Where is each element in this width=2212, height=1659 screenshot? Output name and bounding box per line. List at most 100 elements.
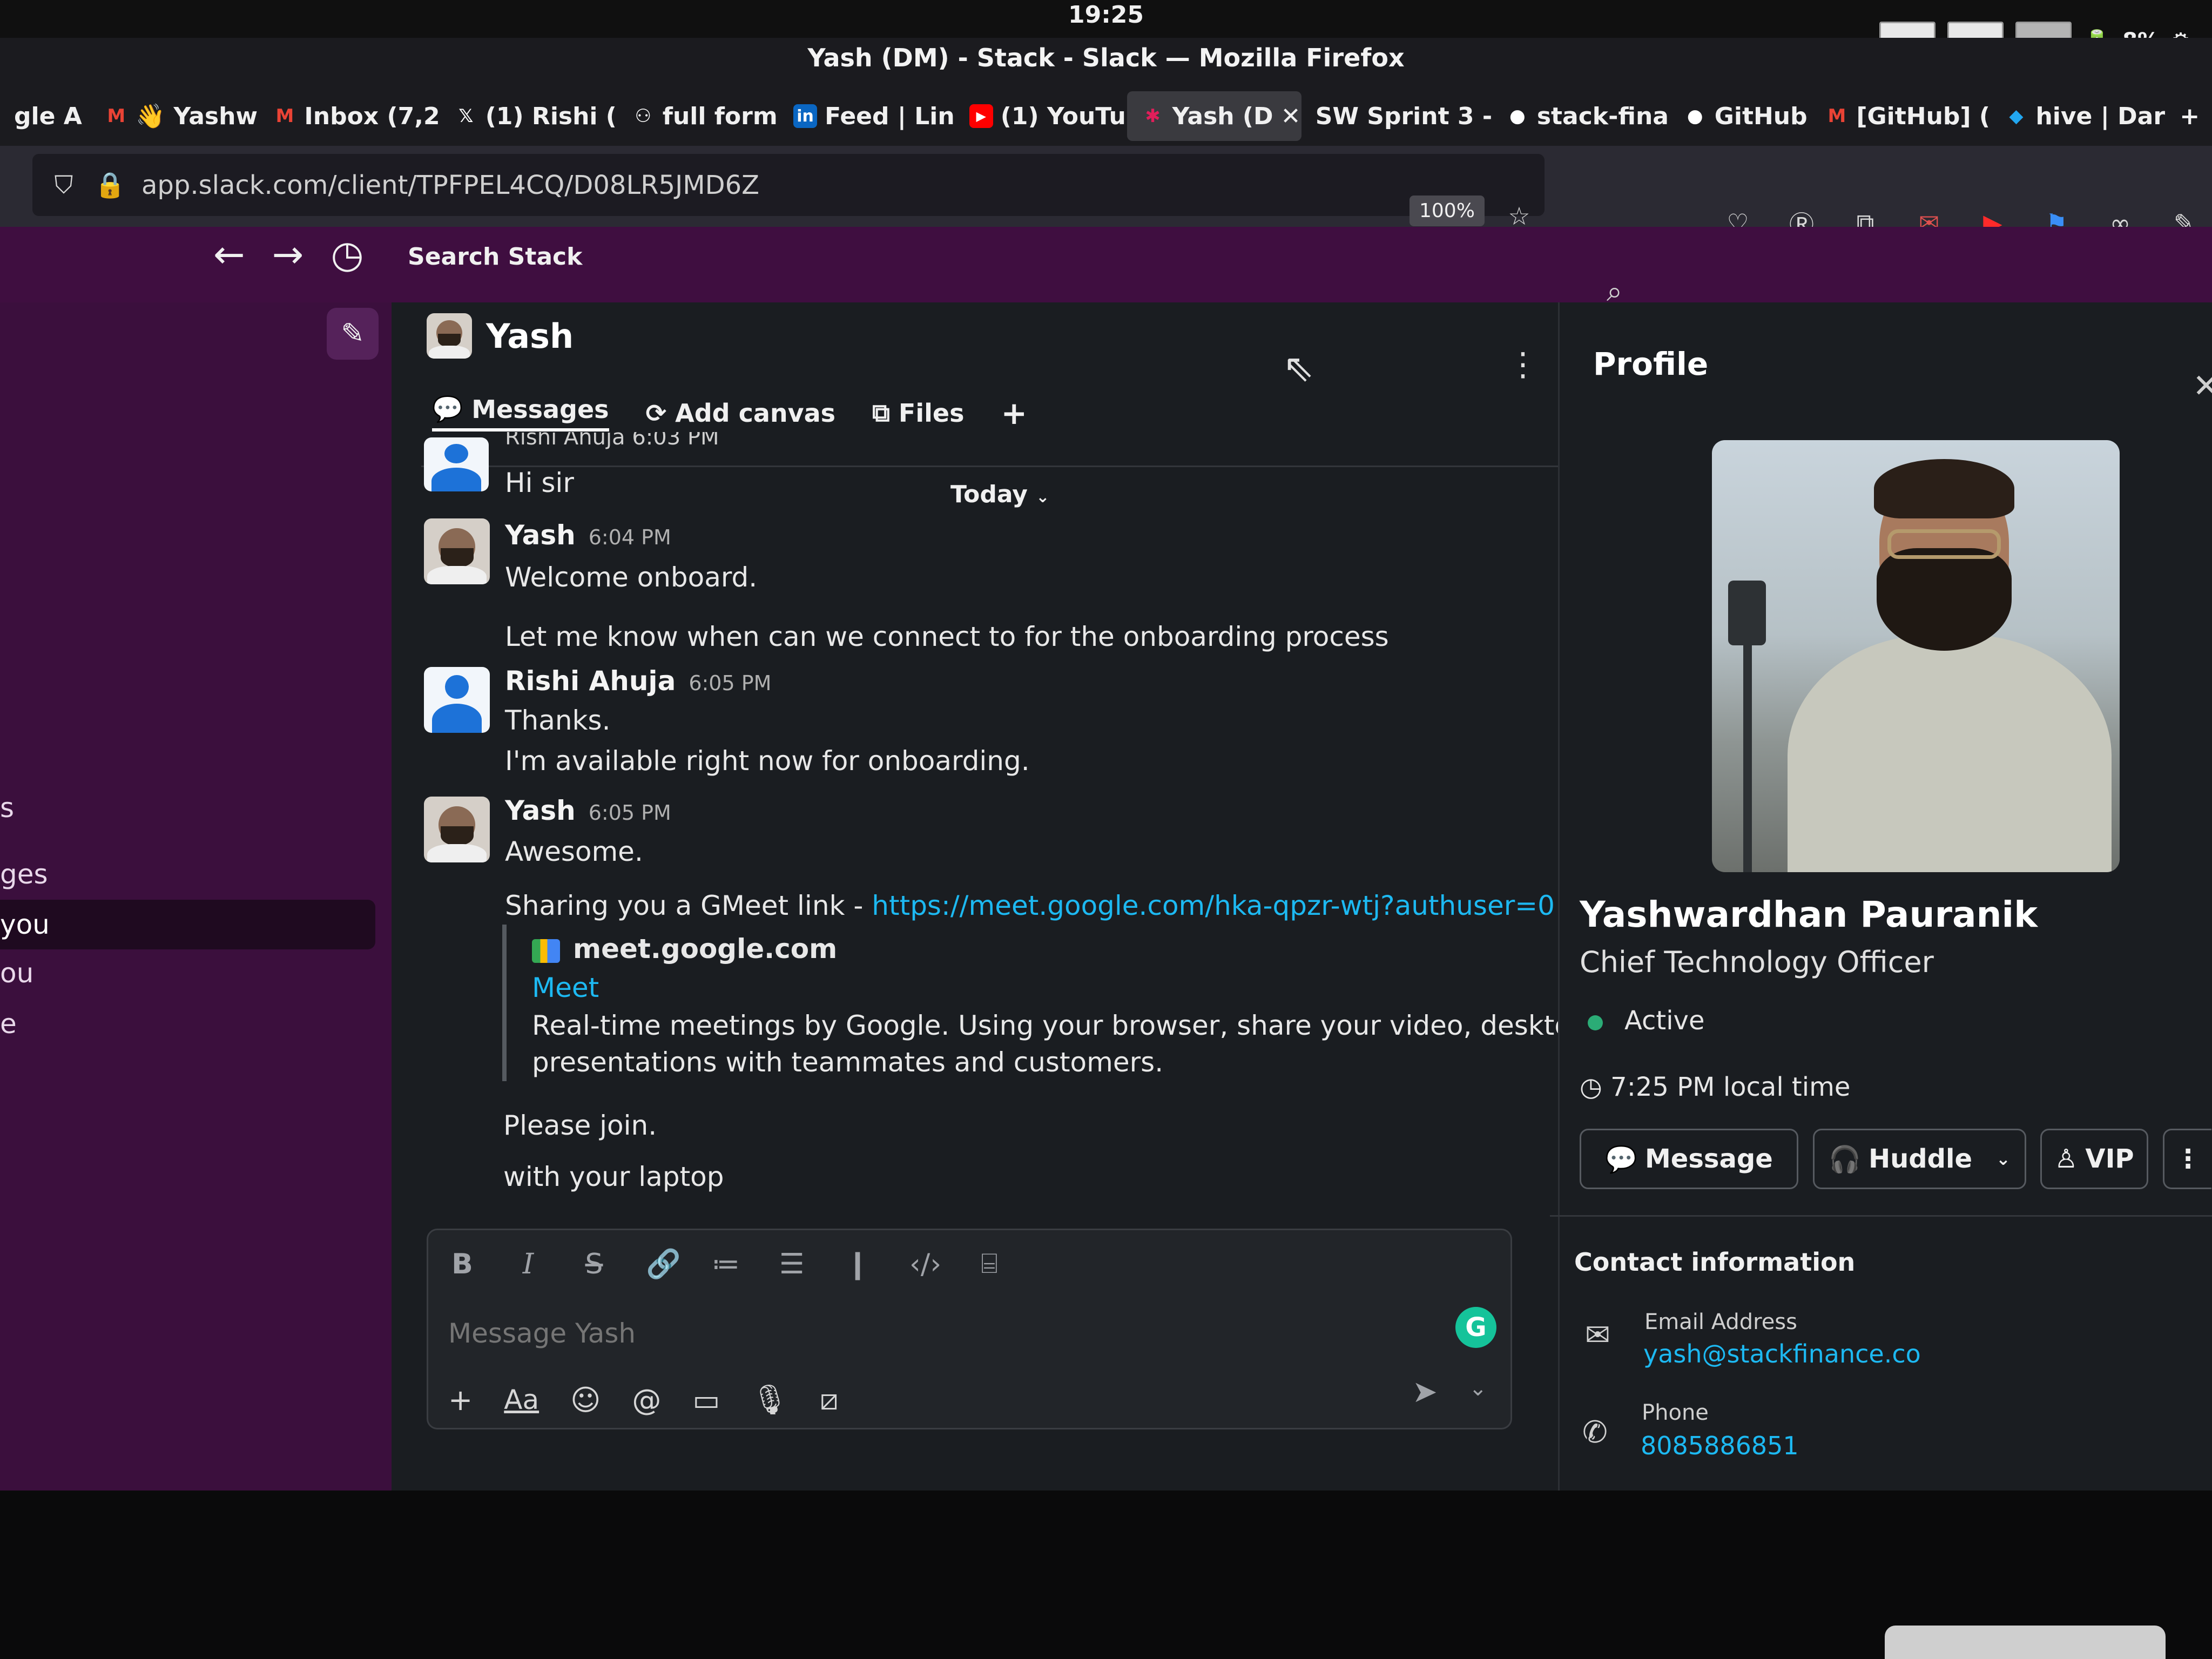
- message-sender[interactable]: Yash 6:04 PM: [505, 520, 671, 551]
- tab-label: (1) YouTu: [1000, 102, 1126, 130]
- back-arrow-icon[interactable]: ←: [213, 232, 245, 276]
- browser-tab[interactable]: gle A: [0, 91, 90, 141]
- history-nav: ← → ◷: [213, 232, 363, 276]
- browser-tab[interactable]: ⚇ full form: [617, 91, 779, 141]
- github-icon: ●: [1509, 105, 1526, 127]
- phone-label: Phone: [1642, 1400, 1709, 1425]
- browser-tab[interactable]: ● GitHub: [1669, 91, 1811, 141]
- forward-arrow-icon[interactable]: →: [272, 232, 304, 276]
- text-format-button[interactable]: Aa: [504, 1384, 539, 1415]
- close-tab-icon[interactable]: ✕: [1281, 103, 1301, 130]
- ordered-list-icon[interactable]: ≔: [712, 1248, 740, 1280]
- bold-icon[interactable]: B: [448, 1248, 476, 1280]
- url-text[interactable]: app.slack.com/client/TPFPEL4CQ/D08LR5JMD…: [141, 170, 759, 200]
- channel-name[interactable]: Yash: [486, 316, 574, 356]
- message-input[interactable]: [448, 1318, 1420, 1349]
- new-tab-button[interactable]: +: [2166, 91, 2212, 141]
- tab-add-canvas[interactable]: ⟳ Add canvas: [646, 399, 835, 428]
- sidebar-item[interactable]: ou: [0, 948, 33, 998]
- tab-messages[interactable]: 💬 Messages: [432, 394, 609, 431]
- link-preview-bar: [502, 925, 507, 1081]
- message-text: Rishi Ahuja 6:03 PM: [505, 432, 719, 450]
- browser-tab[interactable]: M 👋 Yashw: [90, 91, 259, 141]
- active-status-dot: [1588, 1015, 1603, 1030]
- lock-icon[interactable]: 🔒: [95, 170, 125, 200]
- sidebar-item-label: ou: [0, 957, 34, 989]
- code-block-icon[interactable]: ⌸: [975, 1247, 1003, 1280]
- more-options-icon[interactable]: ⋮: [1507, 346, 1539, 383]
- message-time[interactable]: 6:04 PM: [589, 525, 671, 549]
- browser-tab[interactable]: M [GitHub] (: [1811, 91, 1990, 141]
- sidebar-item[interactable]: e: [0, 999, 17, 1049]
- tab-label: Add canvas: [675, 398, 836, 428]
- avatar[interactable]: [424, 518, 490, 584]
- browser-tab[interactable]: SW Sprint 3 -: [1301, 91, 1492, 141]
- browser-tab[interactable]: M Inbox (7,2: [259, 91, 440, 141]
- browser-tab[interactable]: in Feed | Lin: [779, 91, 955, 141]
- send-options-chevron-icon[interactable]: ⌄: [1469, 1376, 1487, 1401]
- attach-plus-icon[interactable]: +: [448, 1383, 473, 1417]
- link-preview-title[interactable]: Meet: [532, 972, 599, 1003]
- shortcut-slash-icon[interactable]: ⧄: [820, 1382, 838, 1417]
- link-preview-description: presentations with teammates and custome…: [532, 1047, 1164, 1078]
- huddle-button[interactable]: 🎧 Huddle ⌄: [1813, 1129, 2026, 1189]
- linkedin-icon: in: [793, 104, 818, 128]
- mention-icon[interactable]: @: [632, 1383, 661, 1417]
- browser-tab[interactable]: 𝕏 (1) Rishi (: [440, 91, 617, 141]
- add-tab-button[interactable]: +: [1001, 395, 1027, 431]
- browser-tab[interactable]: ◆ hive | Dar: [1990, 91, 2166, 141]
- message-sender[interactable]: Yash 6:05 PM: [505, 795, 671, 826]
- code-icon[interactable]: ‹/›: [909, 1248, 941, 1280]
- sidebar-item[interactable]: ges: [0, 849, 48, 899]
- window-title: Yash (DM) - Stack - Slack — Mozilla Fire…: [807, 43, 1405, 72]
- sidebar-item[interactable]: s: [0, 783, 14, 833]
- meet-link[interactable]: https://meet.google.com/hka-qpzr-wtj?aut…: [872, 890, 1555, 921]
- shield-icon[interactable]: ⛉: [49, 170, 79, 200]
- link-icon[interactable]: 🔗: [646, 1247, 681, 1280]
- avatar[interactable]: [424, 437, 489, 491]
- tab-label: gle A: [14, 102, 82, 130]
- tab-label: SW Sprint 3 -: [1315, 102, 1492, 130]
- zoom-level[interactable]: 100%: [1410, 195, 1485, 226]
- bullet-list-icon[interactable]: ☰: [778, 1248, 806, 1280]
- link-preview-site[interactable]: meet.google.com: [532, 933, 837, 965]
- avatar[interactable]: [424, 797, 490, 862]
- avatar[interactable]: [427, 313, 472, 359]
- message-sender[interactable]: Rishi Ahuja 6:05 PM: [505, 665, 771, 697]
- blockquote-icon[interactable]: ❙: [844, 1248, 872, 1280]
- tab-files[interactable]: ⧉ Files: [872, 398, 964, 428]
- close-icon[interactable]: ✕: [2193, 367, 2212, 405]
- search-input[interactable]: Search Stack: [408, 243, 582, 271]
- url-bar[interactable]: ⛉ 🔒 app.slack.com/client/TPFPEL4CQ/D08LR…: [32, 154, 1545, 216]
- send-icon[interactable]: ➤: [1412, 1374, 1438, 1410]
- browser-tab[interactable]: ● stack-fina: [1492, 91, 1669, 141]
- profile-photo[interactable]: [1712, 440, 2120, 872]
- message-button[interactable]: 💬 Message: [1580, 1129, 1798, 1189]
- email-link[interactable]: yash@stackfinance.co: [1643, 1339, 1921, 1368]
- message-time[interactable]: 6:05 PM: [589, 801, 671, 825]
- date-divider-today[interactable]: Today ⌄: [950, 481, 1049, 508]
- history-clock-icon[interactable]: ◷: [331, 232, 363, 276]
- gmail-icon: M: [107, 105, 126, 127]
- italic-icon[interactable]: I: [514, 1248, 542, 1280]
- compose-icon[interactable]: ✎: [327, 308, 379, 360]
- browser-tab-active[interactable]: ✱ Yash (D ✕: [1127, 91, 1301, 141]
- desk-object: [1885, 1626, 2166, 1659]
- message-bubble-icon: 💬: [1605, 1144, 1637, 1175]
- video-icon[interactable]: ▭: [692, 1383, 720, 1417]
- contact-info-header: Contact information: [1574, 1247, 1856, 1277]
- vip-button[interactable]: ♙ VIP: [2040, 1129, 2148, 1189]
- phone-icon: ✆: [1582, 1415, 1608, 1450]
- strikethrough-icon[interactable]: S: [580, 1248, 608, 1280]
- emoji-icon[interactable]: ☺: [570, 1383, 601, 1417]
- sidebar-item-selected[interactable]: you: [0, 900, 375, 949]
- avatar[interactable]: [424, 667, 490, 733]
- profile-more-button[interactable]: ⋮: [2163, 1129, 2211, 1189]
- headphones-icon: 🎧: [1829, 1144, 1861, 1175]
- browser-tab[interactable]: ▶ (1) YouTu: [955, 91, 1127, 141]
- microphone-icon[interactable]: 🎙: [751, 1382, 788, 1417]
- profile-divider: [1550, 1215, 2212, 1217]
- phone-link[interactable]: 8085886851: [1641, 1431, 1799, 1460]
- message-time[interactable]: 6:05 PM: [689, 671, 771, 695]
- grammarly-icon[interactable]: G: [1455, 1307, 1496, 1348]
